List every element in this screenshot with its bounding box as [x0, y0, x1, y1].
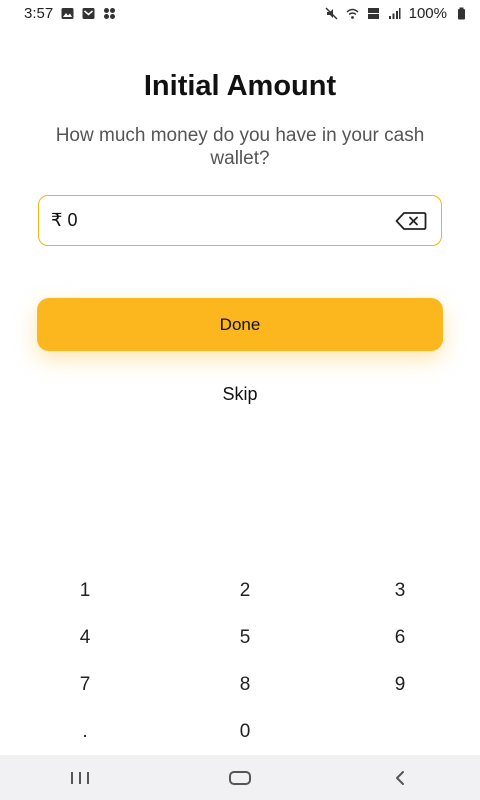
back-icon[interactable]	[370, 755, 430, 800]
apps-icon	[103, 7, 116, 20]
navigation-bar	[0, 755, 480, 800]
mute-icon	[325, 7, 338, 20]
amount-field[interactable]: ₹ 0	[38, 195, 442, 246]
wifi-icon	[346, 7, 359, 20]
key-6[interactable]: 6	[370, 618, 430, 658]
amount-value: ₹ 0	[51, 210, 78, 230]
key-2[interactable]: 2	[215, 571, 275, 611]
key-1[interactable]: 1	[55, 571, 115, 611]
home-icon[interactable]	[210, 755, 270, 800]
key-7[interactable]: 7	[55, 665, 115, 705]
status-right: 100%	[325, 5, 468, 22]
key-9[interactable]: 9	[370, 665, 430, 705]
key-3[interactable]: 3	[370, 571, 430, 611]
key-0[interactable]: 0	[215, 712, 275, 752]
volte-icon	[367, 7, 380, 20]
key-decimal[interactable]: .	[55, 712, 115, 752]
signal-icon	[388, 7, 401, 20]
status-time: 3:57	[24, 4, 54, 22]
key-4[interactable]: 4	[55, 618, 115, 658]
key-8[interactable]: 8	[215, 665, 275, 705]
battery-icon	[455, 7, 468, 20]
battery-percent: 100%	[408, 4, 447, 22]
status-bar: 3:57 100%	[0, 0, 480, 26]
recent-apps-icon[interactable]	[50, 755, 110, 800]
skip-button[interactable]: Skip	[0, 384, 480, 405]
status-left: 3:57	[24, 5, 116, 22]
page-title: Initial Amount	[143, 70, 337, 102]
done-button[interactable]: Done	[37, 298, 443, 351]
mail-icon	[82, 7, 95, 20]
key-5[interactable]: 5	[215, 618, 275, 658]
backspace-icon[interactable]	[395, 211, 427, 231]
gallery-icon	[61, 7, 74, 20]
page-subtitle: How much money do you have in your cash …	[55, 125, 425, 169]
